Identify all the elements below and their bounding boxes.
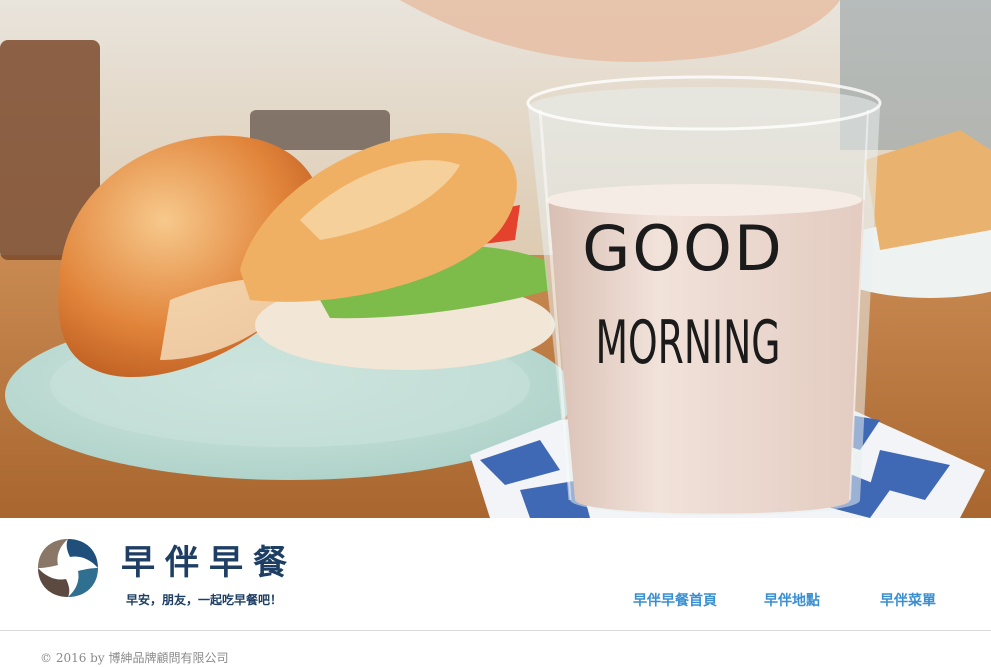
mug-text-good: GOOD bbox=[582, 212, 783, 285]
hero-photo: GOOD MORNING bbox=[0, 0, 991, 518]
milk-glass: GOOD MORNING bbox=[526, 75, 882, 515]
footer-copyright: © 2016 by 博紳品牌顧問有限公司 bbox=[40, 651, 229, 665]
hero-illustration: GOOD MORNING bbox=[0, 0, 991, 518]
nav-item-home[interactable]: 早伴早餐首頁 bbox=[633, 591, 717, 611]
brand-title[interactable]: 早伴早餐 bbox=[121, 543, 297, 583]
mug-text-morning: MORNING bbox=[596, 308, 781, 378]
nav-item-menu[interactable]: 早伴菜單 bbox=[880, 591, 936, 611]
nav-item-locations[interactable]: 早伴地點 bbox=[764, 591, 820, 611]
main-nav: 早伴早餐首頁 早伴地點 早伴菜單 bbox=[0, 591, 991, 613]
site-header: 早伴早餐 早安，朋友，一起吃早餐吧！ 早伴早餐首頁 早伴地點 早伴菜單 bbox=[0, 518, 991, 631]
